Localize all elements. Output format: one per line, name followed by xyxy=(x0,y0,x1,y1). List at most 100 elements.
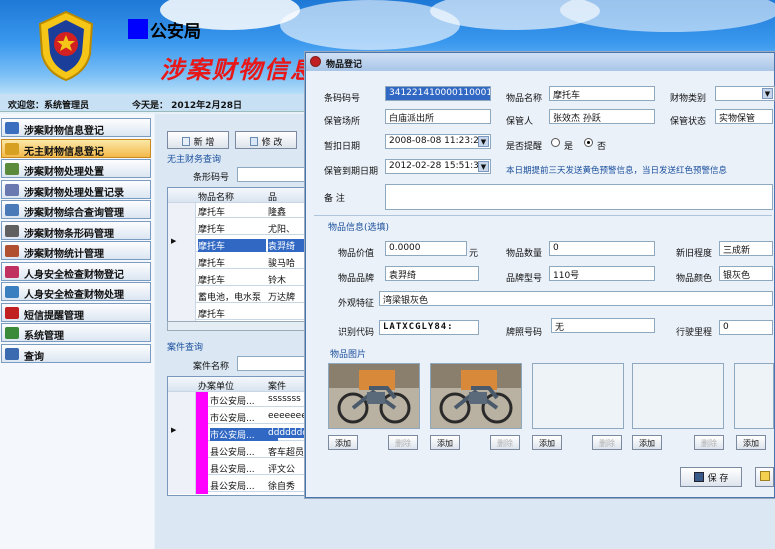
table-row[interactable]: 摩托车 尤阳、 xyxy=(168,220,306,237)
model-field[interactable]: 110号 xyxy=(549,266,655,281)
remind-yes-radio[interactable] xyxy=(551,138,560,147)
appearance-label: 外观特征 xyxy=(338,299,375,309)
table-cell: dddddddd xyxy=(268,428,306,438)
add-button[interactable]: 新 增 xyxy=(167,131,229,149)
table-row[interactable]: ▶ 摩托车 袁羿绮 xyxy=(168,237,306,254)
due-date-picker[interactable]: 2012-02-28 15:51:38 ▼ xyxy=(385,159,491,174)
row-selector[interactable] xyxy=(168,392,196,409)
sidebar-item[interactable]: 系统管理 xyxy=(1,323,151,342)
sidebar-item[interactable]: 无主财物信息登记 xyxy=(1,138,151,158)
sidebar-item[interactable]: 涉案财物处理处置 xyxy=(1,159,151,178)
delete-photo-button[interactable]: 删除 xyxy=(490,435,520,450)
horizontal-scrollbar[interactable] xyxy=(167,321,307,331)
sidebar-item[interactable]: 短信提醒管理 xyxy=(1,302,151,322)
divider xyxy=(314,215,772,216)
table-cell: 骏马哈 xyxy=(268,259,296,269)
table-cell: 尤阳、 xyxy=(268,225,296,235)
color-field[interactable]: 银灰色 xyxy=(719,266,773,281)
sidebar-item[interactable]: 涉案财物统计管理 xyxy=(1,241,151,260)
delete-photo-button[interactable]: 删除 xyxy=(388,435,418,450)
menu-icon xyxy=(5,265,19,278)
row-selector[interactable]: ▶ xyxy=(168,426,196,443)
table-row[interactable]: 县公安局... 评文公 xyxy=(168,460,306,477)
menu-icon xyxy=(5,245,19,257)
unowned-items-grid[interactable]: 物品名称品摩托车 隆鑫 摩托车 尤阳、 ▶ 摩托车 袁羿绮 摩托车 骏马哈 摩托车 铃木 蓄电池，电水… xyxy=(167,187,307,322)
mileage-field[interactable]: 0 xyxy=(719,320,773,335)
remarks-field[interactable] xyxy=(385,184,773,210)
table-row[interactable]: 市公安局...eeeeeeee xyxy=(168,409,306,426)
seize-date-picker[interactable]: 2008-08-08 11:23:25 ▼ xyxy=(385,134,491,149)
add-photo-button[interactable]: 添加 xyxy=(328,435,358,450)
table-row[interactable]: 县公安局... 客车超员 xyxy=(168,443,306,460)
condition-field[interactable]: 三成新 xyxy=(719,241,773,256)
table-row[interactable]: 蓄电池，电水泵 万达牌 xyxy=(168,288,306,305)
dialog-title: 物品登记 xyxy=(326,60,363,70)
column-header: 品 xyxy=(268,193,278,203)
add-photo-button[interactable]: 添加 xyxy=(736,435,766,450)
id-code-field[interactable]: LATXCGLY84: xyxy=(379,320,479,335)
save-button[interactable]: 保 存 xyxy=(680,467,742,487)
qty-field[interactable]: 0 xyxy=(549,241,655,256)
chevron-down-icon[interactable]: ▼ xyxy=(762,88,773,99)
barcode-search-input[interactable] xyxy=(237,167,307,182)
add-photo-button[interactable]: 添加 xyxy=(430,435,460,450)
edit-button[interactable]: 修 改 xyxy=(235,131,297,149)
exit-button[interactable] xyxy=(755,467,774,487)
row-selector[interactable] xyxy=(168,460,196,477)
row-selector[interactable] xyxy=(168,443,196,460)
storage-place-field[interactable]: 白庙派出所 xyxy=(385,109,491,124)
empty-photo-slot xyxy=(734,363,774,429)
row-selector[interactable] xyxy=(168,220,196,237)
add-photo-button[interactable]: 添加 xyxy=(532,435,562,450)
appearance-field[interactable]: 湾梁银灰色 xyxy=(379,291,773,306)
brand-field[interactable]: 袁羿绮 xyxy=(385,266,479,281)
menu-icon xyxy=(5,306,19,319)
row-selector[interactable] xyxy=(168,477,196,494)
redacted-block xyxy=(196,477,208,494)
menu-icon xyxy=(5,347,19,360)
case-name-input[interactable] xyxy=(237,356,307,371)
sidebar-item-label: 人身安全检查财物处理 xyxy=(24,290,124,301)
storage-status-field[interactable]: 实物保管 xyxy=(715,109,773,124)
remind-yes-label: 是 xyxy=(564,142,574,152)
delete-photo-button[interactable]: 删除 xyxy=(694,435,724,450)
item-name-field[interactable]: 摩托车 xyxy=(549,86,655,101)
row-selector[interactable]: ▶ xyxy=(168,237,196,254)
table-row[interactable]: ▶市公安局...dddddddd xyxy=(168,426,306,443)
keeper-field[interactable]: 张效杰 孙跃 xyxy=(549,109,655,124)
table-row[interactable]: 市公安局... sssssss xyxy=(168,392,306,409)
sidebar-item[interactable]: 人身安全检查财物处理 xyxy=(1,282,151,301)
barcode-field[interactable]: 341221410000110001 xyxy=(385,86,491,101)
remind-no-radio[interactable] xyxy=(584,138,593,147)
menu-icon xyxy=(5,327,19,339)
table-row[interactable]: 县公安局... 徐自秀 xyxy=(168,477,306,494)
row-selector[interactable] xyxy=(168,203,196,220)
unowned-query-title: 无主财务查询 xyxy=(167,155,222,165)
sidebar-item[interactable]: 查询 xyxy=(1,343,151,363)
row-selector[interactable] xyxy=(168,409,196,426)
sidebar-item[interactable]: 涉案财物处理处置记录 xyxy=(1,179,151,199)
category-select[interactable]: ▼ xyxy=(715,86,775,101)
table-row[interactable]: 摩托车 隆鑫 xyxy=(168,203,306,220)
sidebar-item[interactable]: 人身安全检查财物登记 xyxy=(1,261,151,281)
case-grid[interactable]: 办案单位 案件市公安局...sssssss市公安局...eeeeeeee▶市公安局… xyxy=(167,376,307,496)
sidebar-item[interactable]: 涉案财物信息登记 xyxy=(1,118,151,137)
table-row[interactable]: 摩托车 骏马哈 xyxy=(168,254,306,271)
table-row[interactable]: 摩托车 xyxy=(168,305,306,321)
keeper-label: 保管人 xyxy=(506,117,534,127)
plate-field[interactable]: 无 xyxy=(551,318,655,333)
sidebar-item[interactable]: 涉案财物综合查询管理 xyxy=(1,200,151,219)
column-header: 案件 xyxy=(268,382,287,392)
table-row[interactable]: 摩托车 铃木 xyxy=(168,271,306,288)
row-selector[interactable] xyxy=(168,254,196,271)
row-selector[interactable] xyxy=(168,271,196,288)
row-selector[interactable] xyxy=(168,305,196,321)
row-selector[interactable] xyxy=(168,288,196,305)
add-photo-button[interactable]: 添加 xyxy=(632,435,662,450)
value-field[interactable]: 0.0000 xyxy=(385,241,467,256)
chevron-down-icon[interactable]: ▼ xyxy=(478,136,489,147)
table-cell: 摩托车 xyxy=(198,259,226,269)
chevron-down-icon[interactable]: ▼ xyxy=(478,161,489,172)
sidebar-item[interactable]: 涉案财物条形码管理 xyxy=(1,220,151,240)
delete-photo-button[interactable]: 删除 xyxy=(592,435,622,450)
